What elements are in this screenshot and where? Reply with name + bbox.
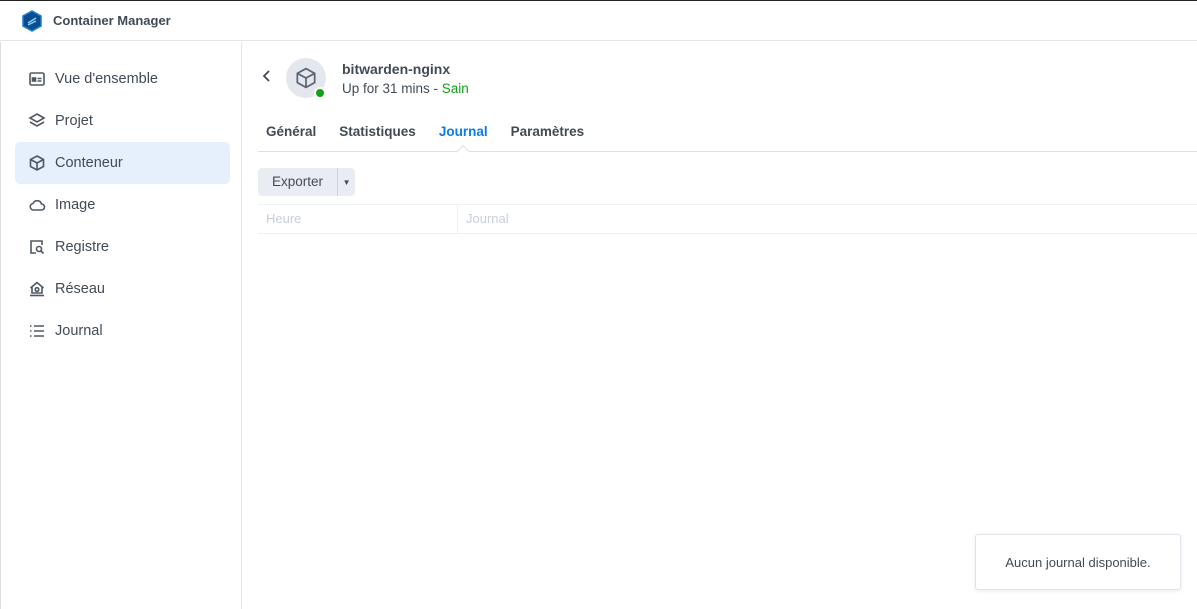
back-button[interactable]	[262, 68, 272, 89]
tab-settings[interactable]: Paramètres	[503, 116, 593, 151]
layers-icon	[28, 113, 46, 127]
cube-icon	[296, 67, 316, 89]
container-status: Up for 31 mins - Sain	[342, 81, 469, 96]
tab-bar: Général Statistiques Journal Paramètres	[258, 116, 1197, 152]
tab-general[interactable]: Général	[258, 116, 324, 151]
sidebar-item-network[interactable]: Réseau	[15, 268, 230, 310]
app-title: Container Manager	[53, 13, 171, 28]
sidebar-item-label: Vue d'ensemble	[55, 71, 158, 87]
tab-journal[interactable]: Journal	[431, 116, 496, 151]
sidebar-item-label: Journal	[55, 323, 103, 339]
registry-search-icon	[30, 240, 45, 255]
sidebar-item-label: Registre	[55, 239, 109, 255]
caret-down-icon: ▼	[342, 177, 351, 187]
sidebar-item-label: Image	[55, 197, 96, 213]
empty-log-toast: Aucun journal disponible.	[975, 534, 1181, 590]
cloud-icon	[29, 199, 46, 211]
uptime-text: Up for 31 mins -	[342, 81, 442, 96]
export-button[interactable]: Exporter	[258, 168, 339, 196]
sidebar-item-image[interactable]: Image	[15, 184, 230, 226]
chevron-left-icon	[262, 70, 270, 82]
log-table-header: Heure Journal	[258, 204, 1197, 234]
export-dropdown-button[interactable]: ▼	[338, 168, 355, 196]
column-header-log[interactable]: Journal	[458, 205, 509, 233]
sidebar-item-journal[interactable]: Journal	[15, 310, 230, 352]
sidebar-item-registry[interactable]: Registre	[15, 226, 230, 268]
app-logo-icon	[22, 9, 42, 32]
overview-icon	[29, 72, 45, 86]
sidebar-item-project[interactable]: Projet	[15, 100, 230, 142]
container-name: bitwarden-nginx	[342, 61, 451, 77]
status-dot	[314, 87, 326, 99]
tab-statistics[interactable]: Statistiques	[331, 116, 424, 151]
list-icon	[30, 325, 44, 337]
sidebar-item-container[interactable]: Conteneur	[15, 142, 230, 184]
column-header-time[interactable]: Heure	[258, 205, 458, 233]
sidebar: Vue d'ensemble Projet Conteneur Image Re…	[0, 42, 242, 609]
main-content: bitwarden-nginx Up for 31 mins - Sain Gé…	[242, 42, 1197, 609]
sidebar-item-overview[interactable]: Vue d'ensemble	[15, 58, 230, 100]
health-status: Sain	[441, 81, 469, 96]
export-split-button: Exporter ▼	[258, 168, 356, 196]
title-bar: Container Manager	[0, 1, 1197, 41]
network-icon	[29, 281, 45, 297]
sidebar-item-label: Conteneur	[55, 155, 123, 171]
sidebar-item-label: Projet	[55, 113, 93, 129]
sidebar-item-label: Réseau	[55, 281, 105, 297]
cube-icon	[29, 155, 45, 171]
